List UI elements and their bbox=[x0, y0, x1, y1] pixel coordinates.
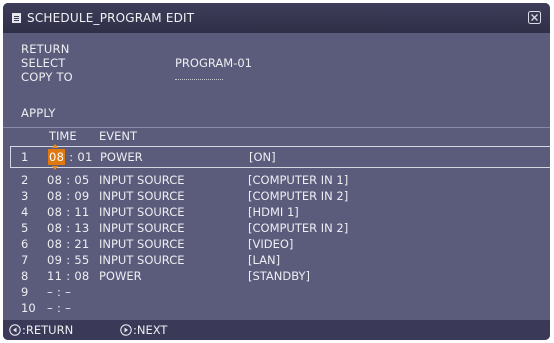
window-title: SCHEDULE_PROGRAM EDIT bbox=[27, 11, 195, 25]
row-param: [HDMI 1] bbox=[248, 205, 299, 219]
minute-field[interactable]: 01 bbox=[77, 150, 92, 164]
row-time: 08 : 21 bbox=[47, 237, 90, 251]
row-number: 7 bbox=[21, 253, 29, 267]
row-param: [COMPUTER IN 2] bbox=[248, 189, 349, 203]
hour-field[interactable]: 08 bbox=[48, 144, 66, 170]
return-hint[interactable]: :RETURN bbox=[9, 323, 73, 337]
row-time: 08 : 09 bbox=[47, 189, 90, 203]
row-event: INPUT SOURCE bbox=[99, 237, 185, 251]
return-hint-label: :RETURN bbox=[22, 323, 74, 337]
table-row[interactable]: 6 08 : 21 INPUT SOURCE [VIDEO] bbox=[3, 237, 550, 253]
row-event: INPUT SOURCE bbox=[99, 189, 185, 203]
next-hint-label: :NEXT bbox=[133, 323, 168, 337]
table-row[interactable]: 5 08 : 13 INPUT SOURCE [COMPUTER IN 2] bbox=[3, 221, 550, 237]
document-icon bbox=[12, 13, 21, 23]
left-arrow-key-icon bbox=[9, 324, 22, 336]
table-row[interactable]: 7 09 : 55 INPUT SOURCE [LAN] bbox=[3, 253, 550, 269]
next-hint[interactable]: :NEXT bbox=[120, 323, 167, 337]
row-param: [COMPUTER IN 2] bbox=[248, 221, 349, 235]
row-time: – : – bbox=[47, 285, 72, 299]
row-time: 08 : 11 bbox=[47, 205, 90, 219]
row-time: – : – bbox=[47, 301, 72, 315]
row-event: POWER bbox=[99, 269, 142, 283]
row-event: INPUT SOURCE bbox=[99, 205, 185, 219]
row-event: INPUT SOURCE bbox=[99, 221, 185, 235]
row-number: 10 bbox=[21, 301, 36, 315]
table-row[interactable]: 9 – : – bbox=[3, 285, 550, 301]
row-number: 5 bbox=[21, 221, 29, 235]
schedule-edit-window: SCHEDULE_PROGRAM EDIT RETURN SELECT PROG… bbox=[3, 3, 550, 340]
row-param: [STANDBY] bbox=[248, 269, 311, 283]
row-time[interactable]: 08 : 01 bbox=[48, 144, 93, 170]
select-value[interactable]: PROGRAM-01 bbox=[175, 56, 252, 70]
row-number: 6 bbox=[21, 237, 29, 251]
copy-to-value-blank[interactable] bbox=[175, 79, 223, 80]
row-time: 09 : 55 bbox=[47, 253, 90, 267]
row-param: [VIDEO] bbox=[248, 237, 294, 251]
time-column-header: TIME bbox=[49, 129, 77, 143]
table-row[interactable]: 8 11 : 08 POWER [STANDBY] bbox=[3, 269, 550, 285]
row-number: 4 bbox=[21, 205, 29, 219]
table-row[interactable]: 2 08 : 05 INPUT SOURCE [COMPUTER IN 1] bbox=[3, 173, 550, 189]
title-bar: SCHEDULE_PROGRAM EDIT bbox=[3, 3, 550, 33]
row-number: 2 bbox=[21, 173, 29, 187]
footer-bar: :RETURN :NEXT bbox=[3, 320, 550, 340]
row-event: INPUT SOURCE bbox=[99, 173, 185, 187]
table-row-selected[interactable]: 1 08 : 01 POWER [ON] bbox=[10, 144, 550, 170]
row-event: INPUT SOURCE bbox=[99, 253, 185, 267]
row-time: 11 : 08 bbox=[47, 269, 90, 283]
right-arrow-key-icon bbox=[120, 324, 133, 336]
decrement-caret-icon[interactable] bbox=[52, 166, 58, 170]
row-number: 9 bbox=[21, 285, 29, 299]
row-number: 8 bbox=[21, 269, 29, 283]
copy-to-menu-item[interactable]: COPY TO bbox=[21, 70, 73, 84]
table-row[interactable]: 3 08 : 09 INPUT SOURCE [COMPUTER IN 2] bbox=[3, 189, 550, 205]
select-menu-item[interactable]: SELECT bbox=[21, 56, 66, 70]
row-time: 08 : 13 bbox=[47, 221, 90, 235]
row-param[interactable]: [ON] bbox=[249, 150, 276, 164]
row-number: 3 bbox=[21, 189, 29, 203]
row-number: 1 bbox=[21, 150, 29, 164]
row-param: [LAN] bbox=[248, 253, 281, 267]
row-param: [COMPUTER IN 1] bbox=[248, 173, 349, 187]
increment-caret-icon[interactable] bbox=[52, 144, 58, 148]
apply-menu-item[interactable]: APPLY bbox=[21, 106, 56, 120]
row-event[interactable]: POWER bbox=[100, 150, 143, 164]
row-time: 08 : 05 bbox=[47, 173, 90, 187]
table-row[interactable]: 4 08 : 11 INPUT SOURCE [HDMI 1] bbox=[3, 205, 550, 221]
event-column-header: EVENT bbox=[99, 129, 138, 143]
close-icon[interactable] bbox=[528, 11, 541, 24]
return-menu-item[interactable]: RETURN bbox=[21, 42, 70, 56]
table-row[interactable]: 10 – : – bbox=[3, 301, 550, 317]
table-divider bbox=[3, 127, 550, 128]
